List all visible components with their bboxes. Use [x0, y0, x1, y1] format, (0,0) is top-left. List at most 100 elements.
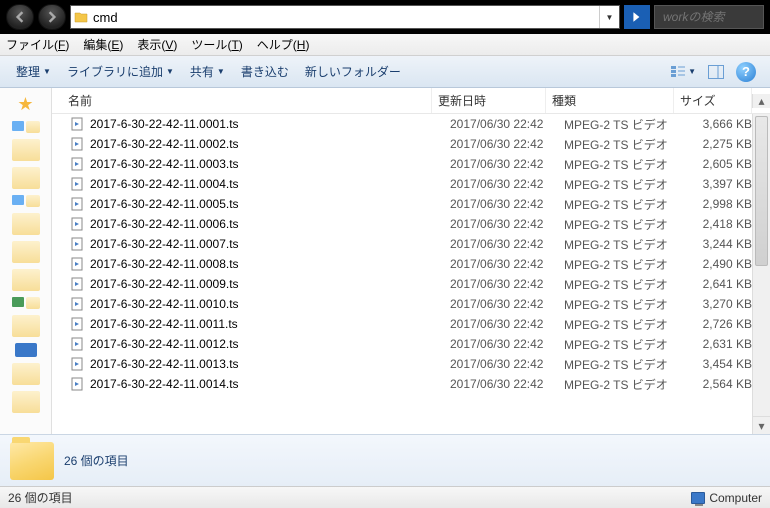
file-type: MPEG-2 TS ビデオ [564, 356, 692, 373]
side-folder-icon[interactable] [12, 269, 40, 291]
share-button[interactable]: 共有 ▼ [182, 56, 233, 87]
file-row[interactable]: 2017-6-30-22-42-11.0008.ts2017/06/30 22:… [52, 254, 770, 274]
file-type: MPEG-2 TS ビデオ [564, 196, 692, 213]
command-bar: 整理 ▼ ライブラリに追加 ▼ 共有 ▼ 書き込む 新しいフォルダー ▼ ? [0, 56, 770, 88]
video-file-icon [70, 116, 86, 132]
side-folder-icon[interactable] [12, 139, 40, 161]
scroll-down-button[interactable]: ▾ [753, 416, 770, 434]
file-type: MPEG-2 TS ビデオ [564, 336, 692, 353]
file-type: MPEG-2 TS ビデオ [564, 216, 692, 233]
video-file-icon [70, 356, 86, 372]
file-row[interactable]: 2017-6-30-22-42-11.0001.ts2017/06/30 22:… [52, 114, 770, 134]
column-type[interactable]: 種類 [546, 88, 674, 113]
menu-view[interactable]: 表示(V) [137, 36, 177, 53]
help-icon: ? [736, 62, 756, 82]
side-folder-icon[interactable] [12, 363, 40, 385]
side-folder-icon[interactable] [12, 213, 40, 235]
file-row[interactable]: 2017-6-30-22-42-11.0005.ts2017/06/30 22:… [52, 194, 770, 214]
file-row[interactable]: 2017-6-30-22-42-11.0013.ts2017/06/30 22:… [52, 354, 770, 374]
status-item-count: 26 個の項目 [8, 489, 73, 506]
file-type: MPEG-2 TS ビデオ [564, 156, 692, 173]
video-file-icon [70, 236, 86, 252]
address-bar: ▼ [70, 5, 620, 29]
file-name: 2017-6-30-22-42-11.0014.ts [90, 377, 450, 391]
file-type: MPEG-2 TS ビデオ [564, 256, 692, 273]
file-row[interactable]: 2017-6-30-22-42-11.0011.ts2017/06/30 22:… [52, 314, 770, 334]
go-button[interactable] [624, 5, 650, 29]
scroll-thumb[interactable] [755, 116, 768, 266]
nav-pane[interactable]: ★ [0, 88, 52, 434]
preview-pane-button[interactable] [702, 65, 730, 79]
address-input[interactable] [91, 10, 599, 25]
file-name: 2017-6-30-22-42-11.0007.ts [90, 237, 450, 251]
status-bar: 26 個の項目 Computer [0, 486, 770, 508]
file-type: MPEG-2 TS ビデオ [564, 136, 692, 153]
add-to-library-button[interactable]: ライブラリに追加 ▼ [59, 56, 182, 87]
file-type: MPEG-2 TS ビデオ [564, 276, 692, 293]
file-row[interactable]: 2017-6-30-22-42-11.0004.ts2017/06/30 22:… [52, 174, 770, 194]
file-name: 2017-6-30-22-42-11.0005.ts [90, 197, 450, 211]
side-folder-icon[interactable] [12, 391, 40, 413]
file-date: 2017/06/30 22:42 [450, 357, 564, 371]
menu-file[interactable]: ファイル(F) [6, 36, 69, 53]
file-date: 2017/06/30 22:42 [450, 117, 564, 131]
back-button[interactable] [6, 4, 34, 30]
menu-help[interactable]: ヘルプ(H) [257, 36, 310, 53]
side-folder-icon[interactable] [12, 241, 40, 263]
file-type: MPEG-2 TS ビデオ [564, 236, 692, 253]
address-dropdown[interactable]: ▼ [599, 6, 619, 28]
column-size[interactable]: サイズ [674, 88, 752, 113]
scroll-up-button[interactable]: ▴ [752, 94, 770, 108]
video-file-icon [70, 276, 86, 292]
file-row[interactable]: 2017-6-30-22-42-11.0012.ts2017/06/30 22:… [52, 334, 770, 354]
file-row[interactable]: 2017-6-30-22-42-11.0014.ts2017/06/30 22:… [52, 374, 770, 394]
organize-button[interactable]: 整理 ▼ [8, 56, 59, 87]
search-input[interactable] [663, 10, 770, 24]
side-folder-icon[interactable] [12, 315, 40, 337]
burn-button[interactable]: 書き込む [233, 56, 297, 87]
file-type: MPEG-2 TS ビデオ [564, 176, 692, 193]
file-type: MPEG-2 TS ビデオ [564, 316, 692, 333]
file-row[interactable]: 2017-6-30-22-42-11.0009.ts2017/06/30 22:… [52, 274, 770, 294]
view-options-button[interactable]: ▼ [664, 65, 702, 79]
favorites-icon[interactable]: ★ [17, 94, 33, 115]
column-date[interactable]: 更新日時 [432, 88, 546, 113]
file-date: 2017/06/30 22:42 [450, 217, 564, 231]
file-name: 2017-6-30-22-42-11.0009.ts [90, 277, 450, 291]
file-list: 2017-6-30-22-42-11.0001.ts2017/06/30 22:… [52, 114, 770, 434]
help-button[interactable]: ? [730, 62, 762, 82]
file-name: 2017-6-30-22-42-11.0003.ts [90, 157, 450, 171]
forward-button[interactable] [38, 4, 66, 30]
video-file-icon [70, 336, 86, 352]
file-date: 2017/06/30 22:42 [450, 137, 564, 151]
file-row[interactable]: 2017-6-30-22-42-11.0003.ts2017/06/30 22:… [52, 154, 770, 174]
file-name: 2017-6-30-22-42-11.0012.ts [90, 337, 450, 351]
video-file-icon [70, 216, 86, 232]
menu-bar: ファイル(F) 編集(E) 表示(V) ツール(T) ヘルプ(H) [0, 34, 770, 56]
details-text: 26 個の項目 [64, 452, 129, 469]
file-name: 2017-6-30-22-42-11.0004.ts [90, 177, 450, 191]
video-file-icon [70, 156, 86, 172]
menu-edit[interactable]: 編集(E) [83, 36, 123, 53]
new-folder-button[interactable]: 新しいフォルダー [297, 56, 409, 87]
video-file-icon [70, 176, 86, 192]
search-box [654, 5, 764, 29]
file-row[interactable]: 2017-6-30-22-42-11.0007.ts2017/06/30 22:… [52, 234, 770, 254]
menu-tools[interactable]: ツール(T) [191, 36, 242, 53]
file-name: 2017-6-30-22-42-11.0006.ts [90, 217, 450, 231]
vertical-scrollbar[interactable]: ▾ [752, 114, 770, 434]
file-row[interactable]: 2017-6-30-22-42-11.0010.ts2017/06/30 22:… [52, 294, 770, 314]
side-folder-icon[interactable] [12, 167, 40, 189]
video-file-icon [70, 256, 86, 272]
column-name[interactable]: 名前 [62, 88, 432, 113]
file-date: 2017/06/30 22:42 [450, 377, 564, 391]
file-type: MPEG-2 TS ビデオ [564, 376, 692, 393]
video-file-icon [70, 296, 86, 312]
file-date: 2017/06/30 22:42 [450, 177, 564, 191]
file-row[interactable]: 2017-6-30-22-42-11.0002.ts2017/06/30 22:… [52, 134, 770, 154]
status-location: Computer [709, 491, 762, 505]
video-file-icon [70, 316, 86, 332]
file-row[interactable]: 2017-6-30-22-42-11.0006.ts2017/06/30 22:… [52, 214, 770, 234]
video-file-icon [70, 376, 86, 392]
side-folder-icon[interactable] [15, 343, 37, 357]
